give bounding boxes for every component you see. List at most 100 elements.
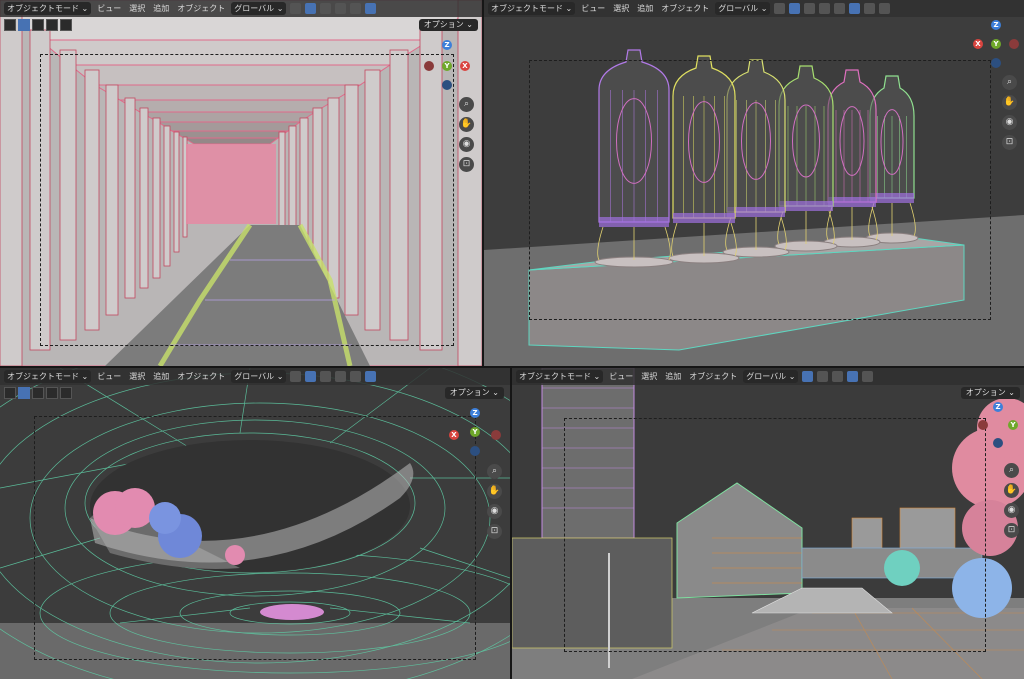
grid-icon[interactable] (804, 3, 816, 14)
menu-object[interactable]: オブジェクト (175, 3, 227, 14)
gizmo-neg-z-icon[interactable] (442, 80, 452, 90)
menu-add[interactable]: 追加 (151, 3, 171, 14)
select-subtract-icon[interactable] (46, 19, 58, 31)
xray-icon[interactable] (365, 3, 377, 14)
menu-select[interactable]: 選択 (127, 371, 147, 382)
mode-dropdown[interactable]: オブジェクトモード ⌄ (516, 370, 604, 383)
grid-icon[interactable] (320, 3, 332, 14)
xray-icon[interactable] (849, 3, 861, 14)
select-box-icon[interactable] (18, 19, 30, 31)
mode-dropdown[interactable]: オブジェクトモード ⌄ (4, 2, 92, 15)
proportional-icon[interactable] (335, 3, 347, 14)
gizmo-x-icon[interactable]: X (460, 61, 470, 71)
viewport-top-left[interactable]: オブジェクトモード ⌄ ビュー 選択 追加 オブジェクト グローバル ⌄ オプシ… (0, 0, 482, 366)
tool-select-icon[interactable] (4, 387, 16, 399)
overlay-icon[interactable] (350, 3, 362, 14)
menu-view[interactable]: ビュー (95, 371, 123, 382)
link-icon[interactable] (774, 3, 786, 14)
axis-gizmo[interactable]: Z X Y (971, 20, 1021, 70)
proportional-icon[interactable] (335, 371, 347, 382)
overlay-icon[interactable] (350, 371, 362, 382)
select-extend-icon[interactable] (32, 387, 44, 399)
lock-icon[interactable]: ⊡ (1004, 523, 1019, 538)
snap-icon[interactable] (802, 371, 814, 382)
axis-gizmo[interactable]: Z Y X (422, 40, 472, 90)
menu-view[interactable]: ビュー (95, 3, 123, 14)
options-dropdown[interactable]: オプション ⌄ (444, 387, 504, 399)
snap-icon[interactable] (305, 3, 317, 14)
transform-dropdown[interactable]: グローバル ⌄ (715, 2, 771, 15)
options-dropdown[interactable]: オプション ⌄ (960, 387, 1020, 399)
axis-gizmo[interactable]: Z Y (978, 402, 1022, 452)
axis-gizmo[interactable]: Z X Y (447, 408, 503, 458)
xray-icon[interactable] (847, 371, 859, 382)
gizmo-z-icon[interactable]: Z (470, 408, 480, 418)
camera-icon[interactable]: ◉ (487, 504, 502, 519)
shading-solid-icon[interactable] (862, 371, 874, 382)
menu-add[interactable]: 追加 (663, 371, 683, 382)
menu-object[interactable]: オブジェクト (687, 371, 739, 382)
zoom-icon[interactable]: ⌕ (487, 464, 502, 479)
gizmo-neg-x-icon[interactable] (1009, 39, 1019, 49)
tool-select-icon[interactable] (4, 19, 16, 31)
menu-object[interactable]: オブジェクト (659, 3, 711, 14)
grid-icon[interactable] (320, 371, 332, 382)
menu-select[interactable]: 選択 (639, 371, 659, 382)
options-dropdown[interactable]: オプション ⌄ (418, 19, 478, 31)
proportional-icon[interactable] (819, 3, 831, 14)
gizmo-x-icon[interactable]: X (973, 39, 983, 49)
viewport-bottom-left[interactable]: オブジェクトモード ⌄ ビュー 選択 追加 オブジェクト グローバル ⌄ オプシ… (0, 368, 510, 679)
menu-view[interactable]: ビュー (607, 371, 635, 382)
select-extend-icon[interactable] (32, 19, 44, 31)
gizmo-x-icon[interactable]: X (449, 430, 459, 440)
gizmo-y-icon[interactable]: Y (1008, 420, 1018, 430)
mode-dropdown[interactable]: オブジェクトモード ⌄ (488, 2, 576, 15)
camera-icon[interactable]: ◉ (1004, 503, 1019, 518)
camera-icon[interactable]: ◉ (1002, 115, 1017, 130)
transform-dropdown[interactable]: グローバル ⌄ (231, 2, 287, 15)
lock-icon[interactable]: ⊡ (1002, 135, 1017, 150)
gizmo-neg-z-icon[interactable] (993, 438, 1003, 448)
snap-icon[interactable] (305, 371, 317, 382)
menu-add[interactable]: 追加 (635, 3, 655, 14)
transform-dropdown[interactable]: グローバル ⌄ (743, 370, 799, 383)
select-intersect-icon[interactable] (60, 387, 72, 399)
gizmo-neg-z-icon[interactable] (991, 58, 1001, 68)
zoom-icon[interactable]: ⌕ (1002, 75, 1017, 90)
gizmo-neg-z-icon[interactable] (470, 446, 480, 456)
menu-view[interactable]: ビュー (579, 3, 607, 14)
grid-icon[interactable] (817, 371, 829, 382)
overlay-icon[interactable] (834, 3, 846, 14)
select-box-icon[interactable] (18, 387, 30, 399)
shading-solid-icon[interactable] (864, 3, 876, 14)
gizmo-neg-x-icon[interactable] (491, 430, 501, 440)
link-icon[interactable] (290, 371, 302, 382)
gizmo-neg-x-icon[interactable] (424, 61, 434, 71)
select-intersect-icon[interactable] (60, 19, 72, 31)
lock-icon[interactable]: ⊡ (487, 524, 502, 539)
hand-icon[interactable]: ✋ (1004, 483, 1019, 498)
viewport-top-right[interactable]: オブジェクトモード ⌄ ビュー 選択 追加 オブジェクト グローバル ⌄ Z X… (484, 0, 1024, 366)
zoom-icon[interactable]: ⌕ (1004, 463, 1019, 478)
mode-dropdown[interactable]: オブジェクトモード ⌄ (4, 370, 92, 383)
transform-dropdown[interactable]: グローバル ⌄ (231, 370, 287, 383)
gizmo-z-icon[interactable]: Z (993, 402, 1003, 412)
gizmo-y-icon[interactable]: Y (442, 61, 452, 71)
viewport-bottom-right[interactable]: オブジェクトモード ⌄ ビュー 選択 追加 オブジェクト グローバル ⌄ オプシ… (512, 368, 1024, 679)
overlay-icon[interactable] (832, 371, 844, 382)
gizmo-y-icon[interactable]: Y (470, 427, 480, 437)
xray-icon[interactable] (365, 371, 377, 382)
gizmo-z-icon[interactable]: Z (442, 40, 452, 50)
hand-icon[interactable]: ✋ (1002, 95, 1017, 110)
menu-select[interactable]: 選択 (127, 3, 147, 14)
shading-material-icon[interactable] (879, 3, 891, 14)
select-subtract-icon[interactable] (46, 387, 58, 399)
menu-add[interactable]: 追加 (151, 371, 171, 382)
gizmo-y-icon[interactable]: Y (991, 39, 1001, 49)
snap-icon[interactable] (789, 3, 801, 14)
menu-object[interactable]: オブジェクト (175, 371, 227, 382)
hand-icon[interactable]: ✋ (487, 484, 502, 499)
gizmo-z-icon[interactable]: Z (991, 20, 1001, 30)
zoom-icon[interactable]: ⌕ (459, 97, 474, 112)
menu-select[interactable]: 選択 (611, 3, 631, 14)
